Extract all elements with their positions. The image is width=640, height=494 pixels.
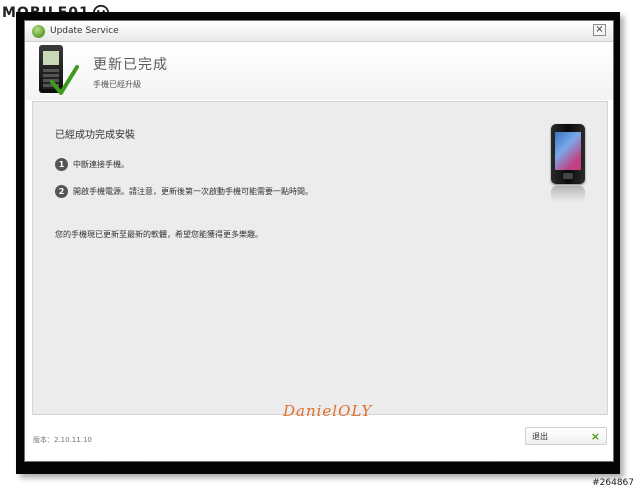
step-number-badge: 1 — [55, 158, 68, 171]
install-complete-heading: 已經成功完成安裝 — [55, 130, 135, 141]
header-band: 更新已完成 手機已經升級 — [25, 42, 613, 100]
page-title: 更新已完成 — [93, 57, 168, 73]
close-button[interactable]: × — [593, 24, 606, 36]
window-title: Update Service — [50, 26, 119, 36]
window-titlebar: Update Service × — [25, 21, 613, 42]
exit-button[interactable]: 退出 × — [525, 427, 607, 445]
step-text: 開啟手機電源。請注意，更新後第一次啟動手機可能需要一點時間。 — [73, 187, 313, 196]
photo-id-label: #264867 — [592, 478, 634, 488]
exit-x-icon: × — [590, 429, 600, 443]
page-subtitle: 手機已經升級 — [93, 80, 141, 89]
app-icon — [32, 24, 45, 38]
checkmark-icon — [50, 65, 79, 95]
author-signature: DanielOLY — [283, 402, 373, 420]
content-panel: 已經成功完成安裝 1 中斷連接手機。 2 開啟手機電源。請注意，更新後第一次啟動… — [32, 101, 608, 420]
step-text: 中斷連接手機。 — [73, 160, 129, 169]
version-label: 版本：2.10.11.10 — [33, 436, 92, 444]
smartphone-reflection — [551, 186, 585, 202]
step-item: 2 開啟手機電源。請注意，更新後第一次啟動手機可能需要一點時間。 — [55, 185, 313, 198]
update-note: 您的手機現已更新至最新的軟體，希望您能獲得更多樂趣。 — [55, 230, 263, 239]
step-item: 1 中斷連接手機。 — [55, 158, 129, 171]
smartphone-image — [551, 124, 585, 184]
update-service-window: Update Service × 更新已完成 手機已經升級 已經成功完成安裝 1… — [24, 20, 614, 462]
step-number-badge: 2 — [55, 185, 68, 198]
exit-button-label: 退出 — [532, 431, 548, 441]
